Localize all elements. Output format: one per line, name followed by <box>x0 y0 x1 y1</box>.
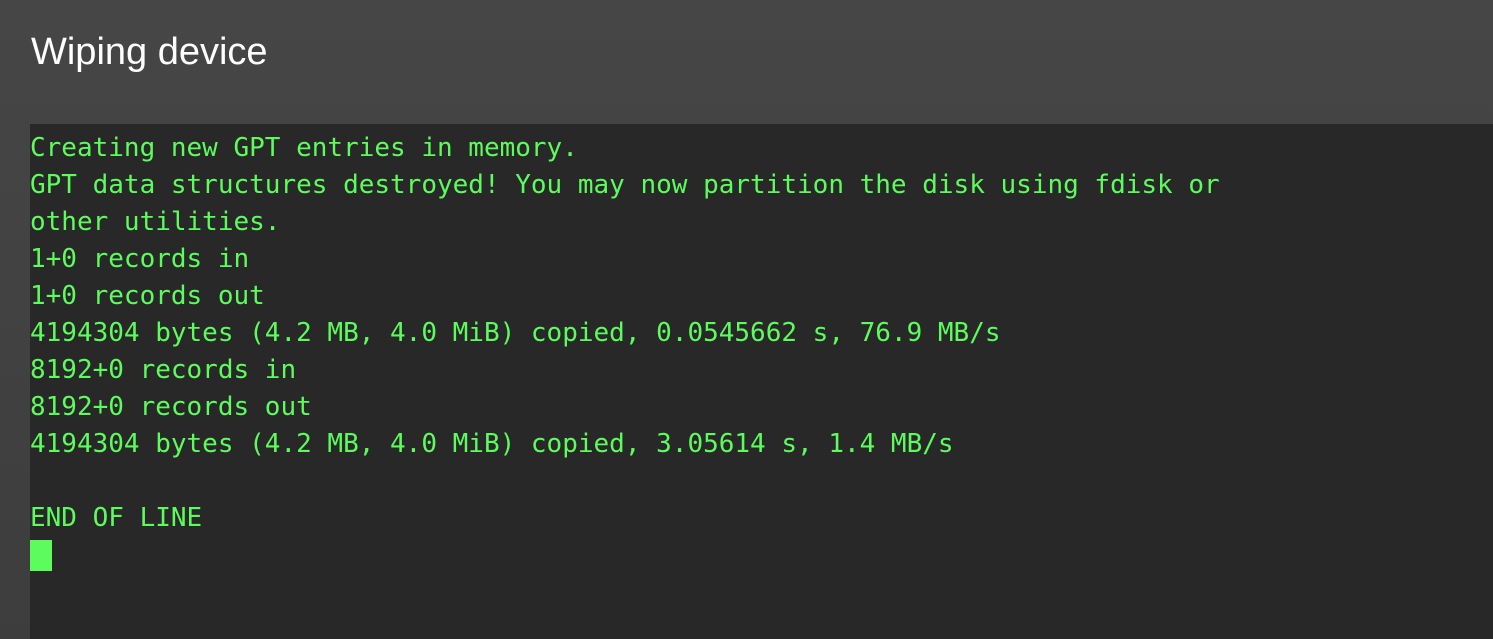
terminal-line: 1+0 records in <box>30 244 250 274</box>
terminal-line: 4194304 bytes (4.2 MB, 4.0 MiB) copied, … <box>30 429 954 459</box>
terminal-line: Creating new GPT entries in memory. <box>30 133 578 163</box>
terminal-line: 4194304 bytes (4.2 MB, 4.0 MiB) copied, … <box>30 318 1001 348</box>
terminal-line: 8192+0 records in <box>30 355 297 385</box>
terminal-line: 1+0 records out <box>30 281 265 311</box>
terminal-output[interactable]: Creating new GPT entries in memory. GPT … <box>30 124 1493 639</box>
terminal-line: other utilities. <box>30 207 281 237</box>
dialog-title: Wiping device <box>31 31 268 73</box>
terminal-line: END OF LINE <box>30 503 203 533</box>
terminal-cursor <box>30 540 52 571</box>
terminal-line: 8192+0 records out <box>30 392 312 422</box>
terminal-line: GPT data structures destroyed! You may n… <box>30 170 1220 200</box>
wipe-dialog: Wiping device Creating new GPT entries i… <box>0 0 1493 639</box>
